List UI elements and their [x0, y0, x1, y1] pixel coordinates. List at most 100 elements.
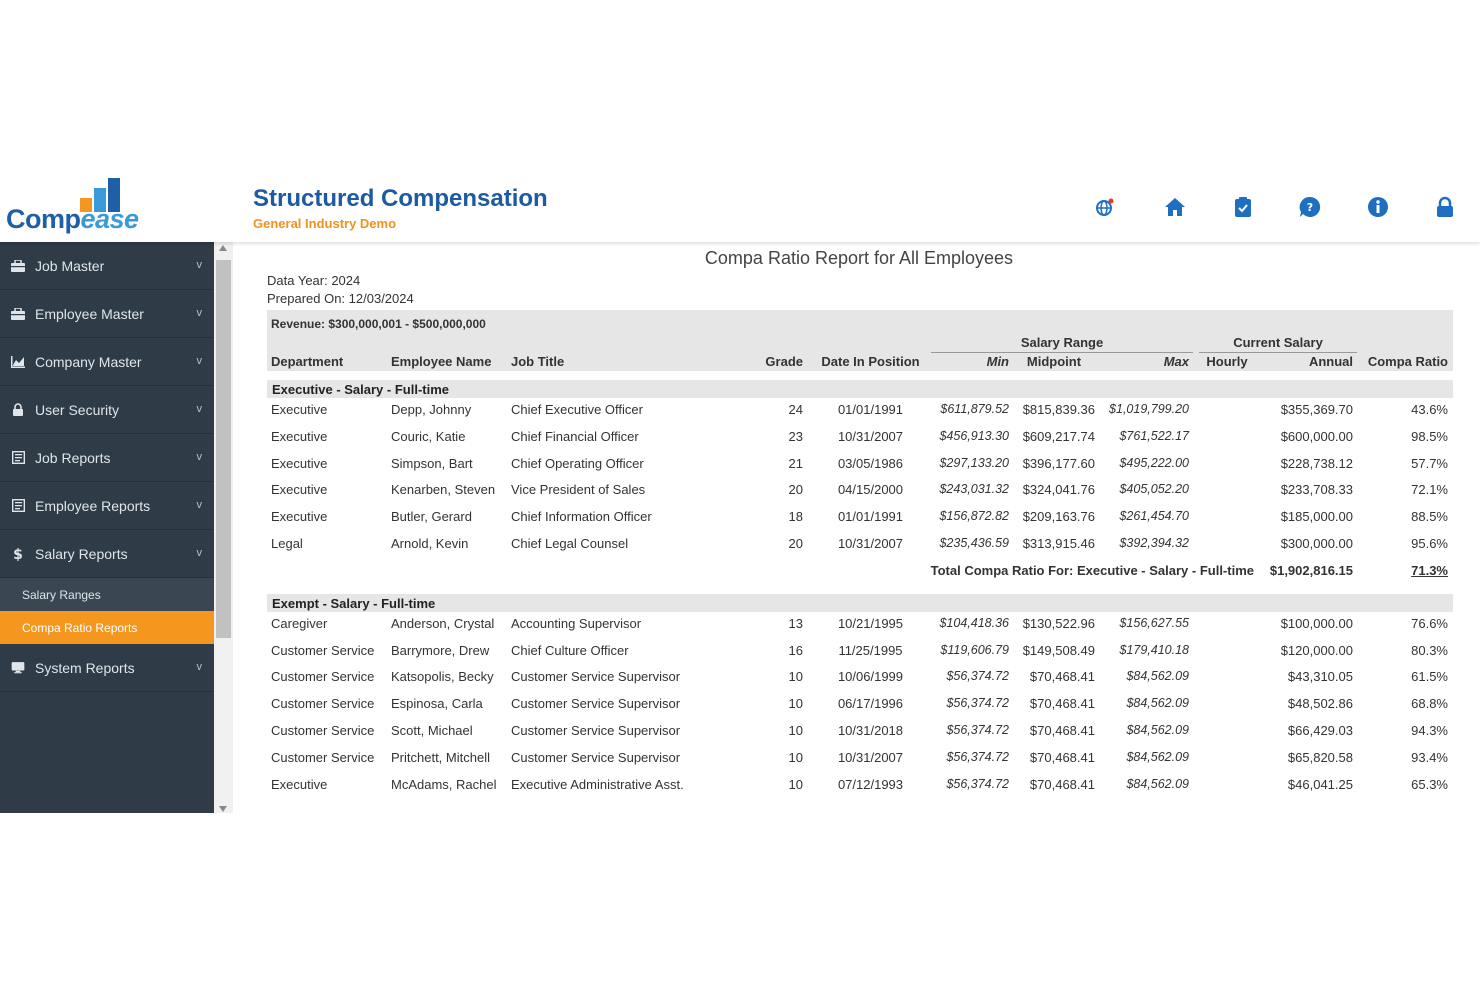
lock-icon[interactable] [1434, 196, 1456, 218]
sidebar-item-salary-reports[interactable]: $ Salary Reports v [0, 530, 214, 578]
col-department-cell: Executive [271, 402, 328, 417]
home-icon[interactable] [1164, 196, 1186, 218]
sidebar-subitem-compa-ratio-reports[interactable]: Compa Ratio Reports [0, 611, 214, 644]
col-department-cell: Customer Service [271, 642, 375, 658]
col-employee-name-cell: Butler, Gerard [391, 509, 472, 525]
col-max-cell: $761,522.17 [1119, 428, 1189, 443]
col-employee-name-cell: Couric, Katie [391, 428, 466, 444]
col-min-cell: $56,374.72 [946, 723, 1009, 737]
report-icon [11, 499, 25, 513]
globe-icon[interactable] [1094, 196, 1116, 218]
sidebar-item-job-master[interactable]: Job Master v [0, 242, 214, 290]
table-row[interactable]: Executive Simpson, Bart Chief Operating Of… [248, 456, 1460, 482]
col-date-in-position-cell: 01/01/1991 [837, 402, 904, 417]
col-grade-cell: 16 [788, 642, 803, 658]
col-annual-cell: $100,000.00 [1280, 615, 1353, 631]
col-department-cell: Customer Service [271, 696, 375, 712]
table-row[interactable]: Executive Butler, Gerard Chief Information… [248, 509, 1460, 535]
col-grade-cell: 10 [788, 749, 803, 765]
col-grade-cell: 13 [788, 615, 803, 631]
help-icon[interactable]: ? [1299, 196, 1321, 218]
col-department-cell: Customer Service [271, 723, 375, 738]
salary-range-header: Salary Range [1020, 335, 1104, 350]
col-max-cell: $84,562.09 [1126, 749, 1189, 764]
sidebar-scrollbar[interactable] [214, 242, 233, 813]
svg-text:$: $ [13, 547, 23, 561]
group-total-label: Total Compa Ratio For: Executive - Salar… [930, 562, 1254, 578]
col-midpoint-cell: $70,468.41 [1029, 696, 1095, 712]
col-date-in-position-cell: 10/21/1995 [837, 615, 904, 631]
table-row[interactable]: Customer Service Espinosa, Carla Customer … [248, 696, 1460, 722]
col-midpoint-cell: $70,468.41 [1029, 776, 1095, 792]
col-date-in-position-cell: 04/15/2000 [837, 482, 904, 498]
chart-icon [11, 355, 25, 369]
table-row[interactable]: Executive Kenarben, Steven Vice President … [248, 482, 1460, 508]
sidebar-item-user-security[interactable]: User Security v [0, 386, 214, 434]
col-annual-cell: $600,000.00 [1280, 428, 1353, 444]
col-job-title-cell: Customer Service Supervisor [511, 749, 681, 765]
col-department-cell: Legal [271, 536, 303, 551]
col-department-header: Department [271, 354, 344, 369]
page-subtitle: General Industry Demo [253, 216, 397, 231]
briefcase-icon [11, 259, 25, 273]
table-row[interactable]: Legal Arnold, Kevin Chief Legal Counsel 20 1… [248, 536, 1460, 562]
col-grade-cell: 10 [788, 723, 803, 738]
col-employee-name-cell: Arnold, Kevin [391, 536, 469, 551]
col-midpoint-cell: $149,508.49 [1022, 642, 1095, 658]
col-department-cell: Customer Service [271, 749, 375, 765]
col-department-cell: Caregiver [271, 615, 328, 631]
scroll-down-icon[interactable] [219, 806, 227, 812]
col-department-cell: Executive [271, 455, 328, 471]
col-min-cell: $297,133.20 [939, 455, 1009, 470]
table-row[interactable]: Caregiver Anderson, Crystal Accounting Sup… [248, 616, 1460, 642]
clipboard-check-icon[interactable] [1232, 196, 1254, 218]
table-row[interactable]: Customer Service Barrymore, Drew Chief Cul… [248, 643, 1460, 669]
col-max-header: Max [1163, 354, 1189, 369]
scroll-up-icon[interactable] [219, 245, 227, 251]
col-compa-ratio-cell: 68.8% [1411, 696, 1448, 712]
sidebar-item-employee-reports[interactable]: Employee Reports v [0, 482, 214, 530]
col-min-cell: $119,606.79 [940, 642, 1009, 657]
col-date-in-position-cell: 10/31/2007 [837, 749, 904, 765]
table-row[interactable]: Executive Depp, Johnny Chief Executive Off… [248, 402, 1460, 428]
col-max-cell: $1,019,799.20 [1109, 402, 1189, 416]
col-job-title-header: Job Title [511, 354, 565, 369]
table-row[interactable]: Customer Service Pritchett, Mitchell Custo… [248, 750, 1460, 776]
svg-text:?: ? [1307, 201, 1313, 214]
report-icon [11, 451, 25, 465]
table-row[interactable]: Customer Service Katsopolis, Becky Custome… [248, 669, 1460, 695]
col-annual-cell: $185,000.00 [1280, 509, 1353, 525]
col-department-cell: Executive [271, 509, 328, 525]
col-date-in-position-cell: 10/31/2018 [837, 723, 904, 738]
chevron-down-icon: v [196, 547, 203, 559]
col-grade-cell: 18 [788, 509, 803, 525]
compease-logo[interactable]: Compease [6, 176, 139, 238]
sidebar-subitem-salary-ranges[interactable]: Salary Ranges [0, 578, 214, 611]
col-employee-name-cell: Katsopolis, Becky [391, 669, 494, 685]
table-row[interactable]: Customer Service Scott, Michael Customer S… [248, 723, 1460, 749]
col-midpoint-cell: $130,522.96 [1022, 615, 1095, 631]
group-title: Executive - Salary - Full-time [272, 382, 450, 397]
info-icon[interactable] [1367, 196, 1389, 218]
col-max-cell: $179,410.18 [1119, 642, 1189, 657]
dollar-icon: $ [11, 547, 25, 561]
col-date-in-position-cell: 10/31/2007 [837, 536, 904, 551]
sidebar-item-company-master[interactable]: Company Master v [0, 338, 214, 386]
sidebar-item-system-reports[interactable]: System Reports v [0, 644, 214, 692]
salary-range-divider [931, 352, 1193, 353]
report-title: Compa Ratio Report for All Employees [704, 248, 1014, 268]
sidebar-item-employee-master[interactable]: Employee Master v [0, 290, 214, 338]
col-date-in-position-cell: 06/17/1996 [837, 696, 904, 712]
col-job-title-cell: Accounting Supervisor [511, 615, 642, 631]
col-max-cell: $84,562.09 [1126, 723, 1189, 737]
col-annual-cell: $43,310.05 [1287, 669, 1353, 685]
table-row[interactable]: Executive McAdams, Rachel Executive Admini… [248, 777, 1460, 803]
scrollbar-thumb[interactable] [216, 260, 231, 638]
table-row[interactable]: Executive Couric, Katie Chief Financial Of… [248, 429, 1460, 455]
sidebar-item-job-reports[interactable]: Job Reports v [0, 434, 214, 482]
col-midpoint-cell: $70,468.41 [1029, 749, 1095, 765]
col-max-cell: $156,627.55 [1119, 615, 1189, 630]
col-department-cell: Executive [271, 482, 328, 498]
col-annual-cell: $66,429.03 [1287, 723, 1353, 738]
col-min-cell: $56,374.72 [946, 749, 1009, 764]
